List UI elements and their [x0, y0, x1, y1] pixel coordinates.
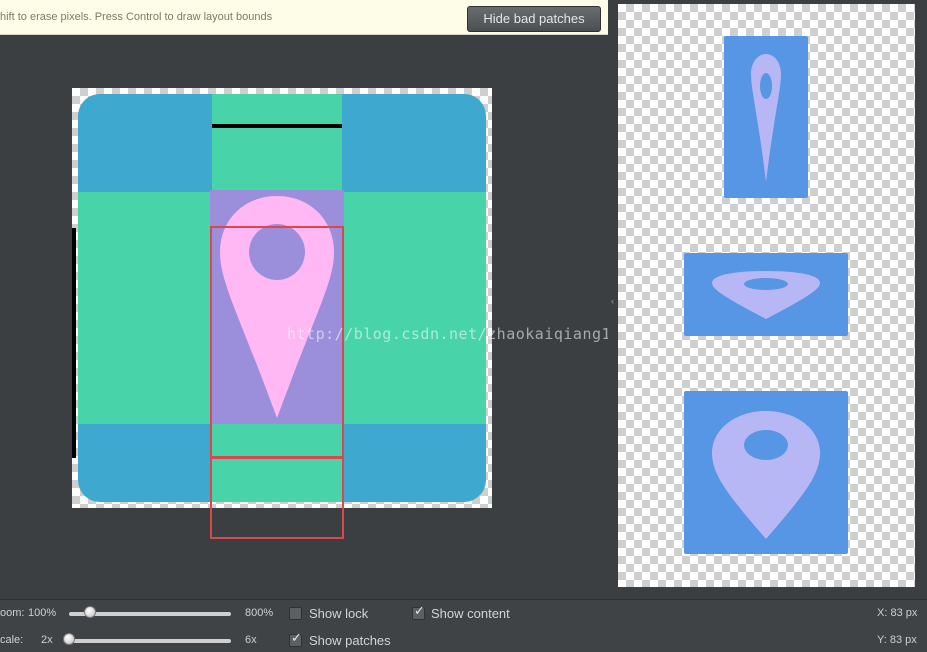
show-lock-checkbox[interactable] — [289, 607, 302, 620]
scale-min-label: 2x — [41, 634, 53, 646]
show-content-checkbox[interactable] — [412, 604, 425, 620]
bad-patch-outline — [210, 457, 344, 539]
map-pin-icon — [712, 411, 820, 539]
map-pin-icon — [712, 271, 820, 319]
preview-wide — [684, 253, 848, 336]
map-pin-icon — [751, 54, 781, 182]
zoom-slider-handle[interactable] — [84, 606, 97, 618]
y-coordinate-readout: Y: 83 px — [877, 634, 917, 646]
preview-tall — [724, 36, 808, 198]
watermark: http://blog.csdn.net/zhaokaiqiang1992 — [287, 325, 640, 343]
hint-text: hift to erase pixels. Press Control to d… — [0, 11, 273, 23]
scale-label: cale: — [0, 634, 24, 646]
zoom-value: 100% — [28, 607, 57, 619]
bottom-toolbar: oom: 100% 800% Show lock Show content ca… — [0, 599, 927, 652]
stretch-guide-top — [212, 124, 342, 128]
scale-slider-handle[interactable] — [63, 633, 75, 645]
hide-bad-patches-button[interactable]: Hide bad patches — [467, 6, 601, 32]
preview-panel — [618, 4, 915, 587]
scale-max-label: 6x — [245, 634, 257, 646]
preview-large — [684, 391, 848, 554]
stretch-guide-left — [72, 228, 76, 458]
show-patches-checkbox[interactable] — [289, 631, 302, 647]
show-patches-label: Show patches — [309, 633, 391, 648]
show-lock-label: Show lock — [309, 606, 369, 621]
scale-slider[interactable] — [69, 639, 231, 643]
show-content-label: Show content — [431, 606, 510, 621]
x-coordinate-readout: X: 83 px — [877, 607, 918, 619]
zoom-label: oom: — [0, 607, 25, 619]
splitter-grip-icon[interactable]: ‹ — [611, 296, 614, 306]
zoom-max-label: 800% — [245, 607, 274, 619]
